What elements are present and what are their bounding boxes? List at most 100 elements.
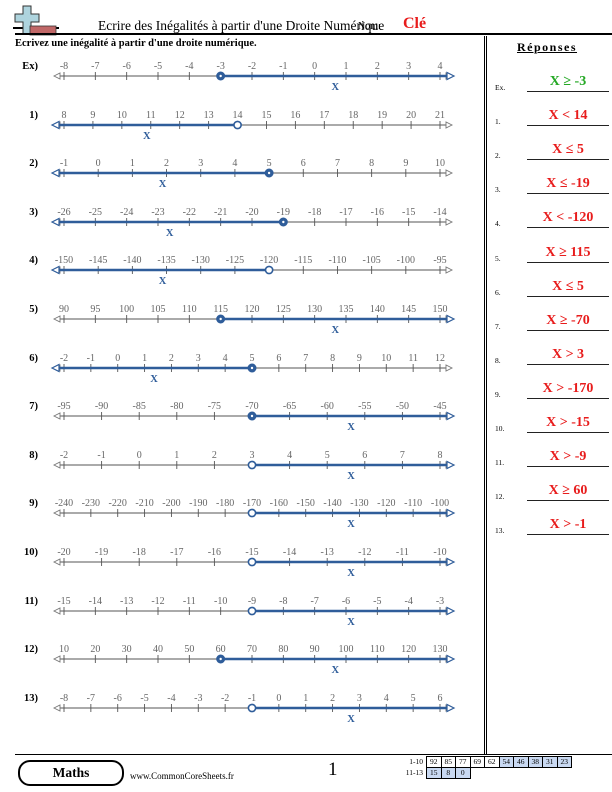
problem-list: Ex) -8 -7 -6 -5 -4 -3 -2 -1 0 1 2 3 4 X 1) 8 9 10 11 12 13 14 1…	[0, 58, 484, 748]
tick-label: -3	[194, 693, 202, 704]
tick-label: 140	[370, 304, 385, 315]
tick-label: 6	[276, 353, 281, 364]
tick-label: -14	[89, 596, 102, 607]
problem-row: 3) -26 -25 -24 -23 -22 -21 -20 -19 -18 -17 -16 -15 -1…	[0, 204, 484, 254]
tick-label: 14	[233, 110, 243, 121]
tick-label: 6	[438, 693, 443, 704]
number-line: -240 -230 -220 -210 -200 -190 -180 -170 -160 -150…	[52, 498, 456, 530]
answer-row: 12. X ≥ 60	[486, 469, 612, 503]
answer-line	[527, 363, 609, 365]
answer-number: 2.	[495, 151, 501, 161]
score-cell: 69	[470, 755, 485, 768]
answer-value: X ≤ 5	[552, 278, 584, 294]
right-arrow-icon	[445, 218, 454, 226]
answer-row: 9. X > -170	[486, 367, 612, 401]
answer-line	[527, 534, 609, 536]
answer-value: X ≥ 115	[545, 244, 591, 260]
variable-label: X	[347, 714, 355, 725]
tick-label: -130	[192, 255, 210, 266]
tick-label: 1	[344, 61, 349, 72]
tick-label: 5	[267, 158, 272, 169]
tick-label: 135	[339, 304, 354, 315]
problem-label: 2)	[29, 158, 38, 170]
tick-label: -14	[433, 207, 446, 218]
problem-row: Ex) -8 -7 -6 -5 -4 -3 -2 -1 0 1 2 3 4 X	[0, 58, 484, 108]
tick-label: -4	[404, 596, 412, 607]
left-arrow-icon	[52, 461, 61, 469]
tick-label: 8	[369, 158, 374, 169]
answer-number: 7.	[495, 321, 501, 331]
tick-label: -15	[402, 207, 415, 218]
tick-label: -18	[308, 207, 321, 218]
tick-label: 7	[335, 158, 340, 169]
tick-label: 70	[247, 644, 257, 655]
score-range-label: 11-13	[405, 768, 423, 777]
tick-label: -5	[140, 693, 148, 704]
answer-number: Ex.	[495, 83, 506, 92]
variable-label: X	[159, 179, 167, 190]
tick-label: 2	[375, 61, 380, 72]
score-cell: 23	[557, 755, 572, 768]
tick-label: -20	[57, 547, 70, 558]
answer-number: 11.	[495, 458, 505, 468]
answer-row: 1. X < 14	[486, 94, 612, 128]
tick-label: 20	[406, 110, 416, 121]
header-rule	[15, 33, 612, 35]
tick-label: 9	[403, 158, 408, 169]
tick-label: 20	[90, 644, 100, 655]
answer-row: 11. X > -9	[486, 435, 612, 469]
tick-label: -4	[167, 693, 175, 704]
tick-label: -5	[373, 596, 381, 607]
tick-label: 9	[357, 353, 362, 364]
score-cell: 62	[485, 755, 500, 768]
ray-arrow-icon	[50, 363, 60, 373]
tick-label: 10	[435, 158, 445, 169]
answer-value: X > -170	[542, 380, 594, 396]
tick-label: -10	[214, 596, 227, 607]
open-endpoint	[247, 703, 257, 713]
variable-label: X	[143, 131, 151, 142]
ray-arrow-icon	[446, 314, 456, 324]
number-line: -95 -90 -85 -80 -75 -70 -65 -60 -55 -50 -45 X	[52, 401, 456, 433]
tick-label: -105	[362, 255, 380, 266]
name-value: Clé	[403, 15, 427, 32]
tick-label: 4	[384, 693, 389, 704]
answer-row: 7. X ≥ -70	[486, 299, 612, 333]
answer-row: 8. X > 3	[486, 333, 612, 367]
tick-label: 21	[435, 110, 445, 121]
tick-label: -13	[321, 547, 334, 558]
problem-row: 12) 10 20 30 40 50 60 70 80 90 100 110 120 130 X	[0, 641, 484, 691]
tick-label: -18	[133, 547, 146, 558]
problem-label: 8)	[29, 449, 38, 461]
variable-label: X	[332, 665, 340, 676]
tick-label: 9	[90, 110, 95, 121]
open-endpoint	[247, 557, 257, 567]
tick-label: -14	[283, 547, 296, 558]
number-line: -1 0 1 2 3 4 5 6 7 8 9 10 X	[50, 158, 454, 190]
tick-label: -6	[114, 693, 122, 704]
tick-label: -17	[339, 207, 352, 218]
tick-label: -17	[170, 547, 183, 558]
tick-label: 12	[175, 110, 185, 121]
tick-label: 18	[348, 110, 358, 121]
endpoint-center	[219, 74, 222, 78]
left-arrow-icon	[52, 704, 61, 712]
ray-arrow-icon	[446, 606, 456, 616]
subject-badge: Maths	[18, 760, 124, 786]
tick-label: -230	[82, 498, 100, 509]
problem-label: 7)	[29, 401, 38, 413]
open-endpoint	[247, 606, 257, 615]
tick-label: 100	[119, 304, 134, 315]
tick-label: -5	[154, 61, 162, 72]
answer-line	[527, 193, 609, 195]
tick-label: -1	[248, 693, 256, 704]
tick-label: -200	[162, 498, 180, 509]
tick-label: 50	[184, 644, 194, 655]
answer-line	[527, 466, 609, 468]
tick-label: -110	[404, 498, 422, 509]
tick-label: -140	[123, 255, 141, 266]
endpoint-center	[219, 317, 222, 321]
answer-row: 5. X ≥ 115	[486, 231, 612, 265]
tick-label: -1	[60, 158, 68, 169]
ray-arrow-icon	[446, 411, 456, 421]
